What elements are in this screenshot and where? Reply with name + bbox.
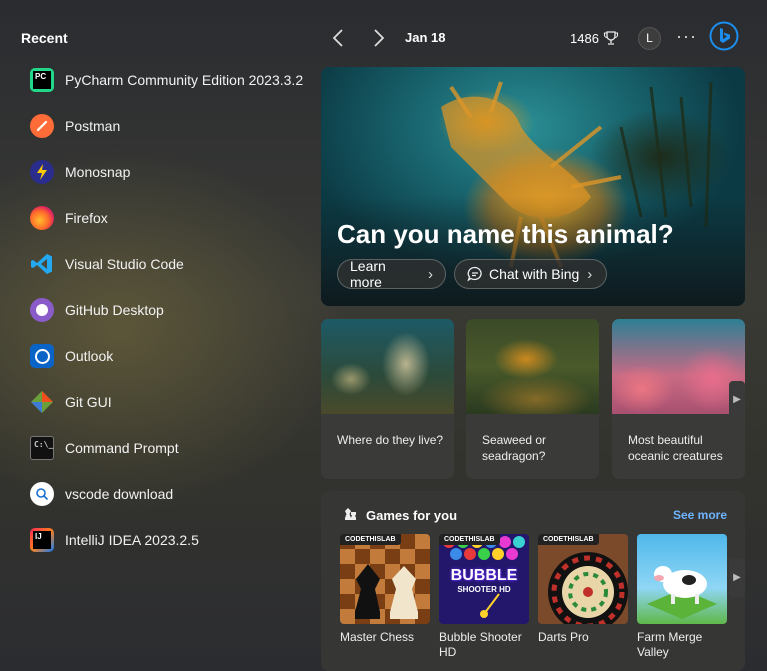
- bubble-logo-line2: SHOOTER HD: [457, 585, 511, 594]
- caret-right-icon: ▶: [733, 572, 741, 583]
- git-gui-icon: [30, 390, 54, 414]
- monosnap-icon: [30, 160, 54, 184]
- rewards-points[interactable]: 1486: [570, 30, 619, 46]
- bubble-shooter-logo: BUBBLE SHOOTER HD: [439, 567, 529, 594]
- card-most-beautiful-creatures[interactable]: Most beautiful oceanic creatures: [612, 319, 745, 479]
- recent-item-label: PyCharm Community Edition 2023.3.2: [65, 72, 304, 88]
- card-seaweed-or-seadragon[interactable]: Seaweed or seadragon?: [466, 319, 599, 479]
- cards-next-button[interactable]: ▶: [729, 381, 745, 419]
- recent-item-vscode-download[interactable]: vscode download: [30, 471, 320, 517]
- recent-item-label: Postman: [65, 118, 121, 134]
- game-name: Farm Merge Valley: [637, 630, 703, 659]
- chat-with-bing-label: Chat with Bing: [489, 266, 580, 282]
- chat-bubble-icon: [467, 266, 482, 282]
- cow-art: [647, 566, 717, 619]
- vscode-icon: [30, 252, 54, 276]
- recent-item-label: Git GUI: [65, 394, 112, 410]
- game-name: Master Chess: [340, 630, 415, 644]
- postman-icon: [30, 114, 54, 138]
- recent-item-outlook[interactable]: Outlook: [30, 333, 320, 379]
- games-section: Games for you See more CODETHISLAB Maste…: [321, 491, 745, 671]
- recent-item-label: IntelliJ IDEA 2023.2.5: [65, 532, 199, 548]
- card-image: [612, 319, 745, 414]
- firefox-icon: [30, 206, 54, 230]
- recent-item-vscode[interactable]: Visual Studio Code: [30, 241, 320, 287]
- recent-item-label: Command Prompt: [65, 440, 179, 456]
- card-image: [466, 319, 599, 414]
- recent-item-intellij[interactable]: IJ IntelliJ IDEA 2023.2.5: [30, 517, 320, 563]
- bing-button[interactable]: [709, 21, 739, 51]
- recent-list: PC PyCharm Community Edition 2023.3.2 Po…: [30, 57, 320, 563]
- dartboard-art: [548, 552, 628, 624]
- recent-item-firefox[interactable]: Firefox: [30, 195, 320, 241]
- recent-item-label: Firefox: [65, 210, 108, 226]
- command-prompt-icon: C:\_: [30, 436, 54, 460]
- pycharm-icon: PC: [30, 68, 54, 92]
- see-more-link[interactable]: See more: [673, 508, 727, 522]
- bing-icon: [709, 21, 739, 51]
- recent-item-label: Outlook: [65, 348, 114, 364]
- card-caption: Where do they live?: [337, 433, 444, 447]
- hero-card[interactable]: Can you name this animal? Learn more › C…: [321, 67, 745, 306]
- forward-button[interactable]: [366, 26, 390, 50]
- card-image: [321, 319, 454, 414]
- trophy-icon: [603, 31, 618, 45]
- chevron-right-icon: ›: [428, 265, 433, 283]
- chess-pieces-art: [355, 564, 418, 619]
- recent-item-label: Monosnap: [65, 164, 131, 180]
- card-where-do-they-live[interactable]: Where do they live?: [321, 319, 454, 479]
- chevron-right-icon: [374, 29, 385, 47]
- game-tile-darts-pro[interactable]: CODETHISLAB Darts Pro: [538, 534, 628, 645]
- recent-item-monosnap[interactable]: Monosnap: [30, 149, 320, 195]
- points-count: 1486: [570, 30, 599, 46]
- learn-more-label: Learn more: [350, 258, 386, 290]
- recent-item-label: Visual Studio Code: [65, 256, 184, 272]
- recent-item-git-gui[interactable]: Git GUI: [30, 379, 320, 425]
- outlook-icon: [30, 344, 54, 368]
- recent-heading: Recent: [21, 30, 68, 46]
- intellij-icon: IJ: [30, 528, 54, 552]
- date-label: Jan 18: [405, 30, 446, 45]
- more-options-button[interactable]: ···: [676, 26, 697, 47]
- codethislab-badge: CODETHISLAB: [538, 534, 599, 545]
- game-thumbnail: CODETHISLAB BUBBLE SHOOTER HD: [439, 534, 529, 624]
- game-thumbnail: CODETHISLAB: [538, 534, 628, 624]
- games-title: Games for you: [366, 508, 458, 523]
- game-thumbnail: [637, 534, 727, 624]
- chess-pieces-icon: [345, 508, 356, 520]
- game-tile-master-chess[interactable]: CODETHISLAB Master Chess: [340, 534, 430, 645]
- recent-item-command-prompt[interactable]: C:\_ Command Prompt: [30, 425, 320, 471]
- recent-item-postman[interactable]: Postman: [30, 103, 320, 149]
- recent-item-pycharm[interactable]: PC PyCharm Community Edition 2023.3.2: [30, 57, 320, 103]
- game-name: Bubble Shooter HD: [439, 630, 522, 659]
- card-caption: Most beautiful oceanic creatures: [628, 433, 723, 463]
- learn-more-button[interactable]: Learn more ›: [337, 258, 446, 290]
- recent-item-label: GitHub Desktop: [65, 302, 164, 318]
- game-tile-bubble-shooter[interactable]: CODETHISLAB BUBBLE SHOOTER HD Bubble Sho…: [439, 534, 529, 660]
- game-tile-farm-merge-valley[interactable]: Farm Merge Valley: [637, 534, 727, 660]
- recent-item-label: vscode download: [65, 486, 174, 502]
- chevron-right-icon: ›: [587, 265, 593, 283]
- chat-with-bing-button[interactable]: Chat with Bing ›: [454, 259, 607, 289]
- search-icon: [30, 482, 54, 506]
- caret-right-icon: ▶: [733, 394, 741, 405]
- back-button[interactable]: [327, 26, 351, 50]
- chevron-left-icon: [332, 29, 343, 47]
- game-name: Darts Pro: [538, 630, 589, 644]
- codethislab-badge: CODETHISLAB: [439, 534, 500, 545]
- github-desktop-icon: [30, 298, 54, 322]
- hero-title: Can you name this animal?: [337, 219, 674, 249]
- avatar[interactable]: L: [638, 27, 661, 50]
- games-next-button[interactable]: ▶: [729, 559, 745, 597]
- recent-item-github-desktop[interactable]: GitHub Desktop: [30, 287, 320, 333]
- card-caption: Seaweed or seadragon?: [482, 433, 547, 463]
- bubble-logo-line1: BUBBLE: [450, 567, 518, 584]
- game-thumbnail: CODETHISLAB: [340, 534, 430, 624]
